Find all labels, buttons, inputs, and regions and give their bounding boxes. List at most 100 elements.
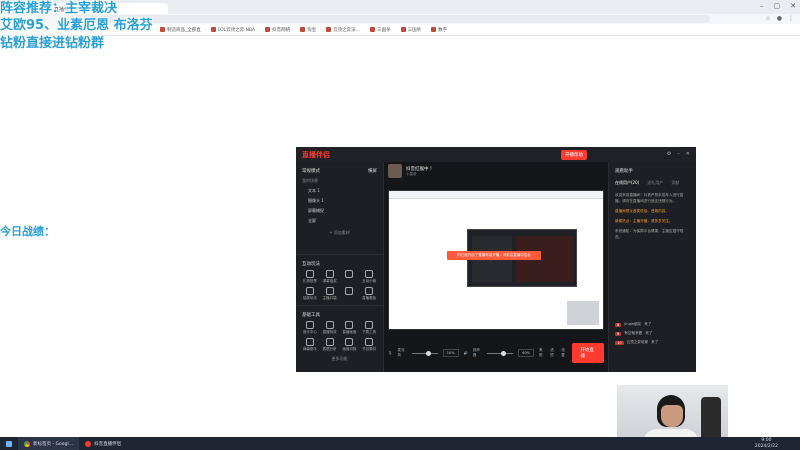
left-panel: 常规模式 横屏 我的场景 文本 1 摄像头 1 屏幕捕捉 全屏 + 添加素材 互… bbox=[296, 162, 384, 372]
tool-button[interactable]: 弹幕抽奖 bbox=[320, 270, 340, 284]
bookmark-item[interactable]: LOL云顶之弈·NBA bbox=[210, 27, 255, 33]
tool-button[interactable]: 礼物投票 bbox=[300, 270, 320, 284]
scene-item[interactable]: 摄像头 1 bbox=[296, 196, 383, 206]
level-badge: 9 bbox=[615, 331, 622, 336]
beauty-button[interactable]: 美颜 bbox=[539, 348, 545, 358]
slider-knob[interactable] bbox=[425, 350, 431, 356]
system-clock[interactable]: 9:00 2024/2/22 bbox=[755, 438, 778, 449]
bookmark-item[interactable]: 云顶之弈法… bbox=[326, 27, 360, 33]
clock-date: 2024/2/22 bbox=[754, 443, 778, 449]
user-action: 来了 bbox=[651, 340, 659, 344]
tool-icon bbox=[365, 270, 374, 278]
profile-icon[interactable]: ● bbox=[777, 15, 782, 22]
menu-icon[interactable]: ⋮ bbox=[788, 15, 794, 22]
speaker-slider[interactable] bbox=[487, 350, 514, 356]
tool-button[interactable]: 画面切换 bbox=[340, 338, 360, 352]
interactive-tools: 礼物投票 弹幕抽奖 互动小程抽奖玩法 主播口袋 直播看板 bbox=[296, 270, 383, 301]
bookmark-label: 三国杀 bbox=[377, 27, 391, 33]
live-preview[interactable]: 你已经开启了直播伴侣开播，可前往直播中控台 bbox=[388, 190, 604, 330]
tool-button[interactable]: 节目素材 bbox=[359, 338, 379, 352]
star-icon[interactable]: ☆ bbox=[765, 15, 770, 22]
live-companion-window: 直播伴侣 开播帮助 ⚙ – ✕ 常规模式 横屏 我的场景 文本 1 摄像头 1 … bbox=[296, 147, 696, 372]
bookmark-item[interactable]: 淘宝 bbox=[300, 27, 316, 33]
bookmark-icon bbox=[326, 27, 332, 32]
bookmark-item[interactable]: 数字 bbox=[431, 27, 447, 33]
app-titlebar: 直播伴侣 开播帮助 ⚙ – ✕ bbox=[296, 147, 696, 162]
minimize-icon[interactable]: – bbox=[760, 2, 764, 10]
speaker-icon[interactable]: 🔊 bbox=[464, 351, 468, 355]
close-icon[interactable]: ✕ bbox=[686, 151, 690, 157]
bookmark-item[interactable]: 制造商品_全部直 bbox=[160, 27, 201, 33]
tool-icon bbox=[345, 287, 354, 295]
tool-icon bbox=[325, 287, 334, 295]
list-item: 9 有空就来看 来了 bbox=[609, 329, 697, 338]
more-functions-button[interactable]: 更多功能 bbox=[296, 356, 383, 362]
tab-gifts[interactable]: 送礼用户 bbox=[647, 180, 663, 186]
windows-start-icon[interactable] bbox=[6, 440, 12, 447]
tool-label: 礼物投票 bbox=[302, 279, 317, 283]
tool-button[interactable]: 主播口袋 bbox=[320, 287, 340, 301]
user-name[interactable]: 云顶之弈玩家 bbox=[627, 340, 649, 345]
tool-button[interactable]: 直播特效 bbox=[320, 321, 340, 335]
scene-item[interactable]: 文本 1 bbox=[296, 186, 383, 196]
add-source-button[interactable]: + 添加素材 bbox=[296, 230, 383, 236]
settings-button[interactable]: 设置 bbox=[561, 348, 567, 358]
slider-knob[interactable] bbox=[501, 350, 507, 356]
tool-button[interactable]: 互动小程 bbox=[359, 270, 379, 284]
bookmark-icon bbox=[300, 27, 306, 32]
tool-icon bbox=[325, 338, 334, 346]
close-icon[interactable]: ✕ bbox=[790, 2, 796, 10]
tool-button[interactable]: 直播画面 bbox=[340, 321, 360, 335]
mic-slider[interactable] bbox=[411, 350, 438, 356]
tool-button[interactable]: 数据分析 bbox=[320, 338, 340, 352]
tool-button[interactable]: 下载工具 bbox=[359, 321, 379, 335]
speaker-percent: 60% bbox=[518, 349, 534, 357]
fan-group-note: 钻粉直接进钻粉群 bbox=[0, 36, 105, 51]
orientation-toggle[interactable]: 横屏 bbox=[368, 168, 377, 174]
lineup-recommendation: 阵容推荐：主宰裁决 bbox=[0, 1, 118, 16]
microphone-icon[interactable]: 🎙 bbox=[388, 351, 392, 355]
bookmark-label: 三国杀 bbox=[407, 27, 422, 33]
help-button[interactable]: 开播帮助 bbox=[561, 150, 587, 160]
tool-icon bbox=[305, 287, 314, 295]
start-live-button[interactable]: 开始直播 bbox=[572, 343, 605, 363]
bookmark-item[interactable]: 三国杀 bbox=[400, 27, 422, 33]
scene-item[interactable]: 全屏 bbox=[296, 216, 383, 226]
taskbar-chrome[interactable]: 新标签页 - Googl… bbox=[18, 437, 80, 450]
mode-selector[interactable]: 常规模式 bbox=[302, 168, 320, 174]
scene-item[interactable]: 屏幕捕捉 bbox=[296, 206, 383, 216]
browser-titlebar: 直播伴侣 – ▢ ✕ bbox=[0, 0, 800, 14]
tool-icon bbox=[365, 338, 374, 346]
tool-button[interactable]: 音乐中心 bbox=[300, 321, 320, 335]
bookmark-label: 抖音网络 bbox=[272, 27, 291, 33]
avatar bbox=[388, 164, 402, 178]
tool-button[interactable]: 抽奖玩法 bbox=[300, 287, 320, 301]
tool-button[interactable]: 直播看板 bbox=[359, 287, 379, 301]
tab-contrib[interactable]: 贡献 bbox=[671, 180, 679, 186]
bookmark-item[interactable]: 三国杀 bbox=[370, 27, 391, 33]
user-name[interactable]: 有空就来看 bbox=[624, 331, 642, 336]
level-badge: 10 bbox=[615, 340, 624, 345]
user-list: 8 jingle朋友 来了 9 有空就来看 来了 10 云顶之弈玩家 来了 bbox=[609, 320, 697, 347]
settings-icon[interactable]: ⚙ bbox=[667, 151, 671, 157]
tool-icon bbox=[345, 270, 354, 278]
tab-online[interactable]: 在线用户(20) bbox=[615, 180, 639, 186]
tool-button[interactable]: 弹幕助手 bbox=[300, 338, 320, 352]
address-bar[interactable] bbox=[70, 15, 710, 23]
taskbar-live-companion[interactable]: 抖音直播伴侣 bbox=[79, 437, 127, 450]
tool-button[interactable] bbox=[340, 270, 360, 284]
tool-button[interactable] bbox=[340, 287, 360, 301]
list-item: 8 jingle朋友 来了 bbox=[609, 320, 697, 329]
mode-header: 常规模式 横屏 bbox=[296, 162, 383, 176]
minimize-icon[interactable]: – bbox=[677, 151, 680, 157]
user-name[interactable]: jingle朋友 bbox=[624, 322, 641, 327]
tool-label: 节目素材 bbox=[362, 347, 377, 351]
tool-icon bbox=[325, 321, 334, 329]
filter-button[interactable]: 滤镜 bbox=[550, 348, 556, 358]
tool-label: 音乐中心 bbox=[302, 330, 317, 334]
bookmark-label: 淘宝 bbox=[307, 27, 317, 33]
bookmark-item[interactable]: 抖音网络 bbox=[265, 27, 290, 33]
tool-label: 直播看板 bbox=[362, 296, 377, 300]
tool-label: 画面切换 bbox=[342, 347, 357, 351]
maximize-icon[interactable]: ▢ bbox=[774, 2, 781, 10]
